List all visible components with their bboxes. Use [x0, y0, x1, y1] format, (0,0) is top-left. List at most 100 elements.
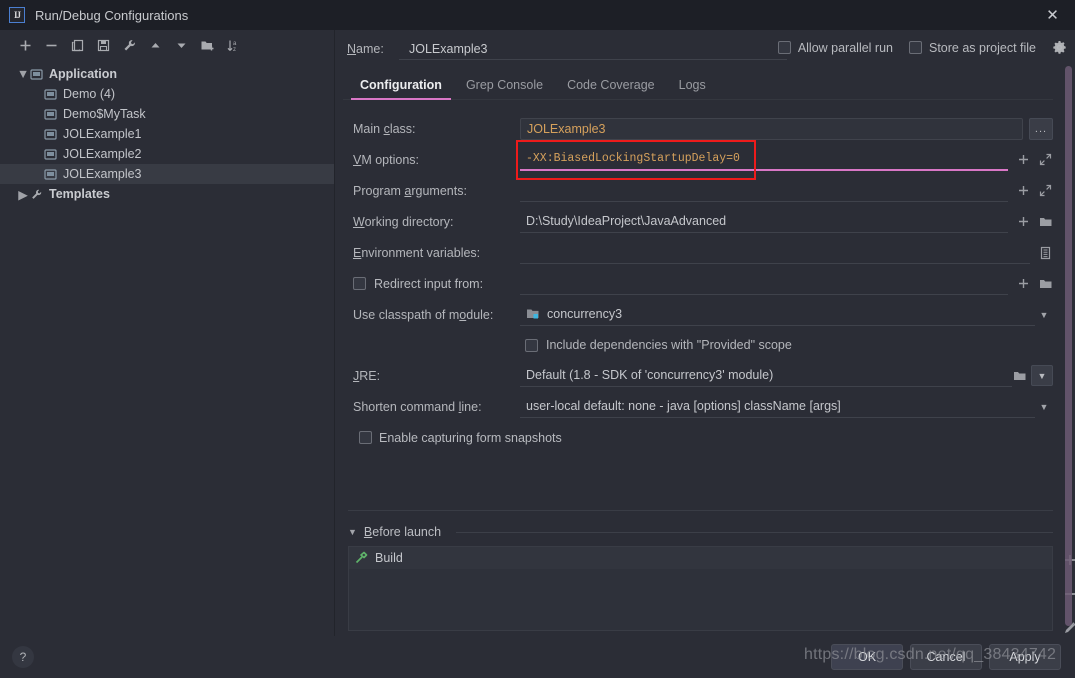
gear-icon[interactable]	[1052, 40, 1067, 55]
checkbox-box[interactable]	[777, 41, 791, 54]
tab-logs[interactable]: Logs	[667, 74, 718, 99]
checkbox-box[interactable]	[525, 338, 538, 352]
expand-editor-icon[interactable]	[1038, 183, 1053, 198]
tree-item-demo-mytask[interactable]: Demo$MyTask	[0, 104, 334, 124]
module-icon	[526, 307, 540, 320]
remove-configuration-button[interactable]	[38, 33, 64, 57]
add-macro-icon[interactable]	[1016, 276, 1031, 291]
tab-grep-console[interactable]: Grep Console	[454, 74, 555, 99]
intellij-logo-icon: IJ	[9, 7, 25, 23]
name-input[interactable]: JOLExample3	[399, 42, 787, 60]
application-icon	[44, 128, 58, 141]
save-configuration-button[interactable]	[90, 33, 116, 57]
shorten-command-line-row: Shorten command line: user-local default…	[353, 391, 1053, 422]
expand-editor-icon[interactable]	[1038, 152, 1053, 167]
before-launch-title: Before launch	[363, 525, 442, 539]
tree-group-templates[interactable]: ▶ Templates	[0, 184, 334, 204]
use-classpath-row: Use classpath of module: concurrency3 ▼	[353, 299, 1053, 330]
add-macro-icon[interactable]	[1016, 183, 1031, 198]
store-as-project-file-checkbox[interactable]: Store as project file	[909, 41, 1036, 55]
help-button[interactable]: ?	[12, 646, 34, 668]
before-launch-task-build[interactable]: Build	[349, 547, 1052, 569]
editor-tabs: Configuration Grep Console Code Coverage…	[343, 74, 1053, 100]
configuration-editor-panel: Name: JOLExample3 Allow parallel run Sto…	[335, 30, 1075, 636]
edit-env-vars-icon[interactable]	[1038, 245, 1053, 260]
jre-label: JRE:	[353, 368, 381, 383]
ok-button[interactable]: OK	[831, 644, 903, 670]
name-label: Name:	[347, 42, 384, 56]
add-macro-icon[interactable]	[1016, 152, 1031, 167]
tree-item-jolexample3[interactable]: JOLExample3	[0, 164, 334, 184]
chevron-right-icon[interactable]: ▶	[16, 187, 30, 202]
include-provided-checkbox[interactable]: Include dependencies with "Provided" sco…	[353, 330, 1053, 360]
edit-templates-button[interactable]	[116, 33, 142, 57]
store-as-project-file-label: Store as project file	[929, 40, 1036, 55]
before-launch-task-list[interactable]: Build	[348, 546, 1075, 633]
tree-item-jolexample1[interactable]: JOLExample1	[0, 124, 334, 144]
vm-options-label: VM options:	[353, 152, 420, 167]
main-class-row: Main class: JOLExample3 ...	[353, 113, 1053, 144]
chevron-down-icon[interactable]: ▼	[348, 527, 357, 537]
redirect-input-label: Redirect input from:	[374, 276, 484, 291]
application-icon	[44, 168, 58, 181]
redirect-input-row: Redirect input from:	[353, 268, 1053, 299]
checkbox-box[interactable]	[353, 277, 366, 290]
browse-folder-icon[interactable]	[1012, 368, 1027, 383]
apply-button[interactable]: Apply	[989, 644, 1061, 670]
program-arguments-input[interactable]	[520, 180, 1008, 202]
shorten-command-line-dropdown[interactable]: user-local default: none - java [options…	[520, 396, 1035, 418]
jre-actions: ▼	[1012, 365, 1053, 386]
capture-snapshots-label: Enable capturing form snapshots	[379, 430, 562, 445]
jre-input[interactable]: Default (1.8 - SDK of 'concurrency3' mod…	[520, 365, 1012, 387]
chevron-down-icon[interactable]: ▼	[1035, 402, 1053, 412]
before-launch-section: ▼ Before launch Build	[343, 525, 1075, 633]
vm-options-input[interactable]: -XX:BiasedLockingStartupDelay=0	[520, 149, 1008, 171]
close-icon[interactable]: ✕	[1030, 0, 1075, 30]
browse-folder-icon[interactable]	[1038, 276, 1053, 291]
application-icon	[30, 68, 44, 81]
allow-parallel-run-checkbox[interactable]: Allow parallel run	[777, 41, 893, 55]
environment-variables-row: Environment variables:	[353, 237, 1053, 268]
environment-variables-input[interactable]	[520, 242, 1030, 264]
configurations-panel: a z ▼ Application Demo (4) Demo$MyTask J…	[0, 30, 335, 636]
build-hammer-icon	[354, 551, 368, 565]
add-macro-icon[interactable]	[1016, 214, 1031, 229]
dialog-action-buttons: OK Cancel Apply	[831, 644, 1061, 670]
redirect-input-input[interactable]	[520, 273, 1008, 295]
new-folder-button[interactable]	[194, 33, 220, 57]
checkbox-box[interactable]	[359, 431, 372, 444]
copy-configuration-button[interactable]	[64, 33, 90, 57]
vm-options-row: VM options: -XX:BiasedLockingStartupDela…	[353, 144, 1053, 175]
tree-item-jolexample2[interactable]: JOLExample2	[0, 144, 334, 164]
use-classpath-dropdown[interactable]: concurrency3	[520, 304, 1035, 326]
tab-code-coverage[interactable]: Code Coverage	[555, 74, 667, 99]
configurations-toolbar: a z	[0, 30, 334, 60]
browse-folder-icon[interactable]	[1038, 214, 1053, 229]
tree-item-demo-4[interactable]: Demo (4)	[0, 84, 334, 104]
redirect-input-checkbox[interactable]: Redirect input from:	[353, 277, 520, 291]
tree-item-label: JOLExample1	[63, 127, 142, 141]
configurations-tree[interactable]: ▼ Application Demo (4) Demo$MyTask JOLEx…	[0, 60, 334, 636]
before-launch-header[interactable]: ▼ Before launch	[348, 525, 1053, 539]
working-directory-label: Working directory:	[353, 214, 454, 229]
tab-configuration[interactable]: Configuration	[348, 74, 454, 100]
application-icon	[44, 108, 58, 121]
chevron-down-icon[interactable]: ▼	[1035, 310, 1053, 320]
sort-configurations-button[interactable]: a z	[220, 33, 246, 57]
top-right-options: Allow parallel run Store as project file	[777, 40, 1067, 55]
tree-group-application[interactable]: ▼ Application	[0, 64, 334, 84]
main-class-input[interactable]: JOLExample3	[520, 117, 1023, 140]
svg-text:z: z	[233, 47, 236, 53]
move-down-button[interactable]	[168, 33, 194, 57]
tree-item-label: Demo$MyTask	[63, 107, 146, 121]
vertical-scrollbar[interactable]	[1065, 66, 1072, 626]
capture-snapshots-checkbox[interactable]: Enable capturing form snapshots	[359, 431, 562, 445]
checkbox-box[interactable]	[909, 41, 922, 54]
add-configuration-button[interactable]	[12, 33, 38, 57]
working-directory-input[interactable]: D:\Study\IdeaProject\JavaAdvanced	[520, 211, 1008, 233]
cancel-button[interactable]: Cancel	[910, 644, 982, 670]
main-class-browse-button[interactable]: ...	[1029, 117, 1053, 140]
jre-dropdown-button[interactable]: ▼	[1031, 365, 1053, 386]
chevron-down-icon[interactable]: ▼	[16, 67, 30, 81]
move-up-button[interactable]	[142, 33, 168, 57]
